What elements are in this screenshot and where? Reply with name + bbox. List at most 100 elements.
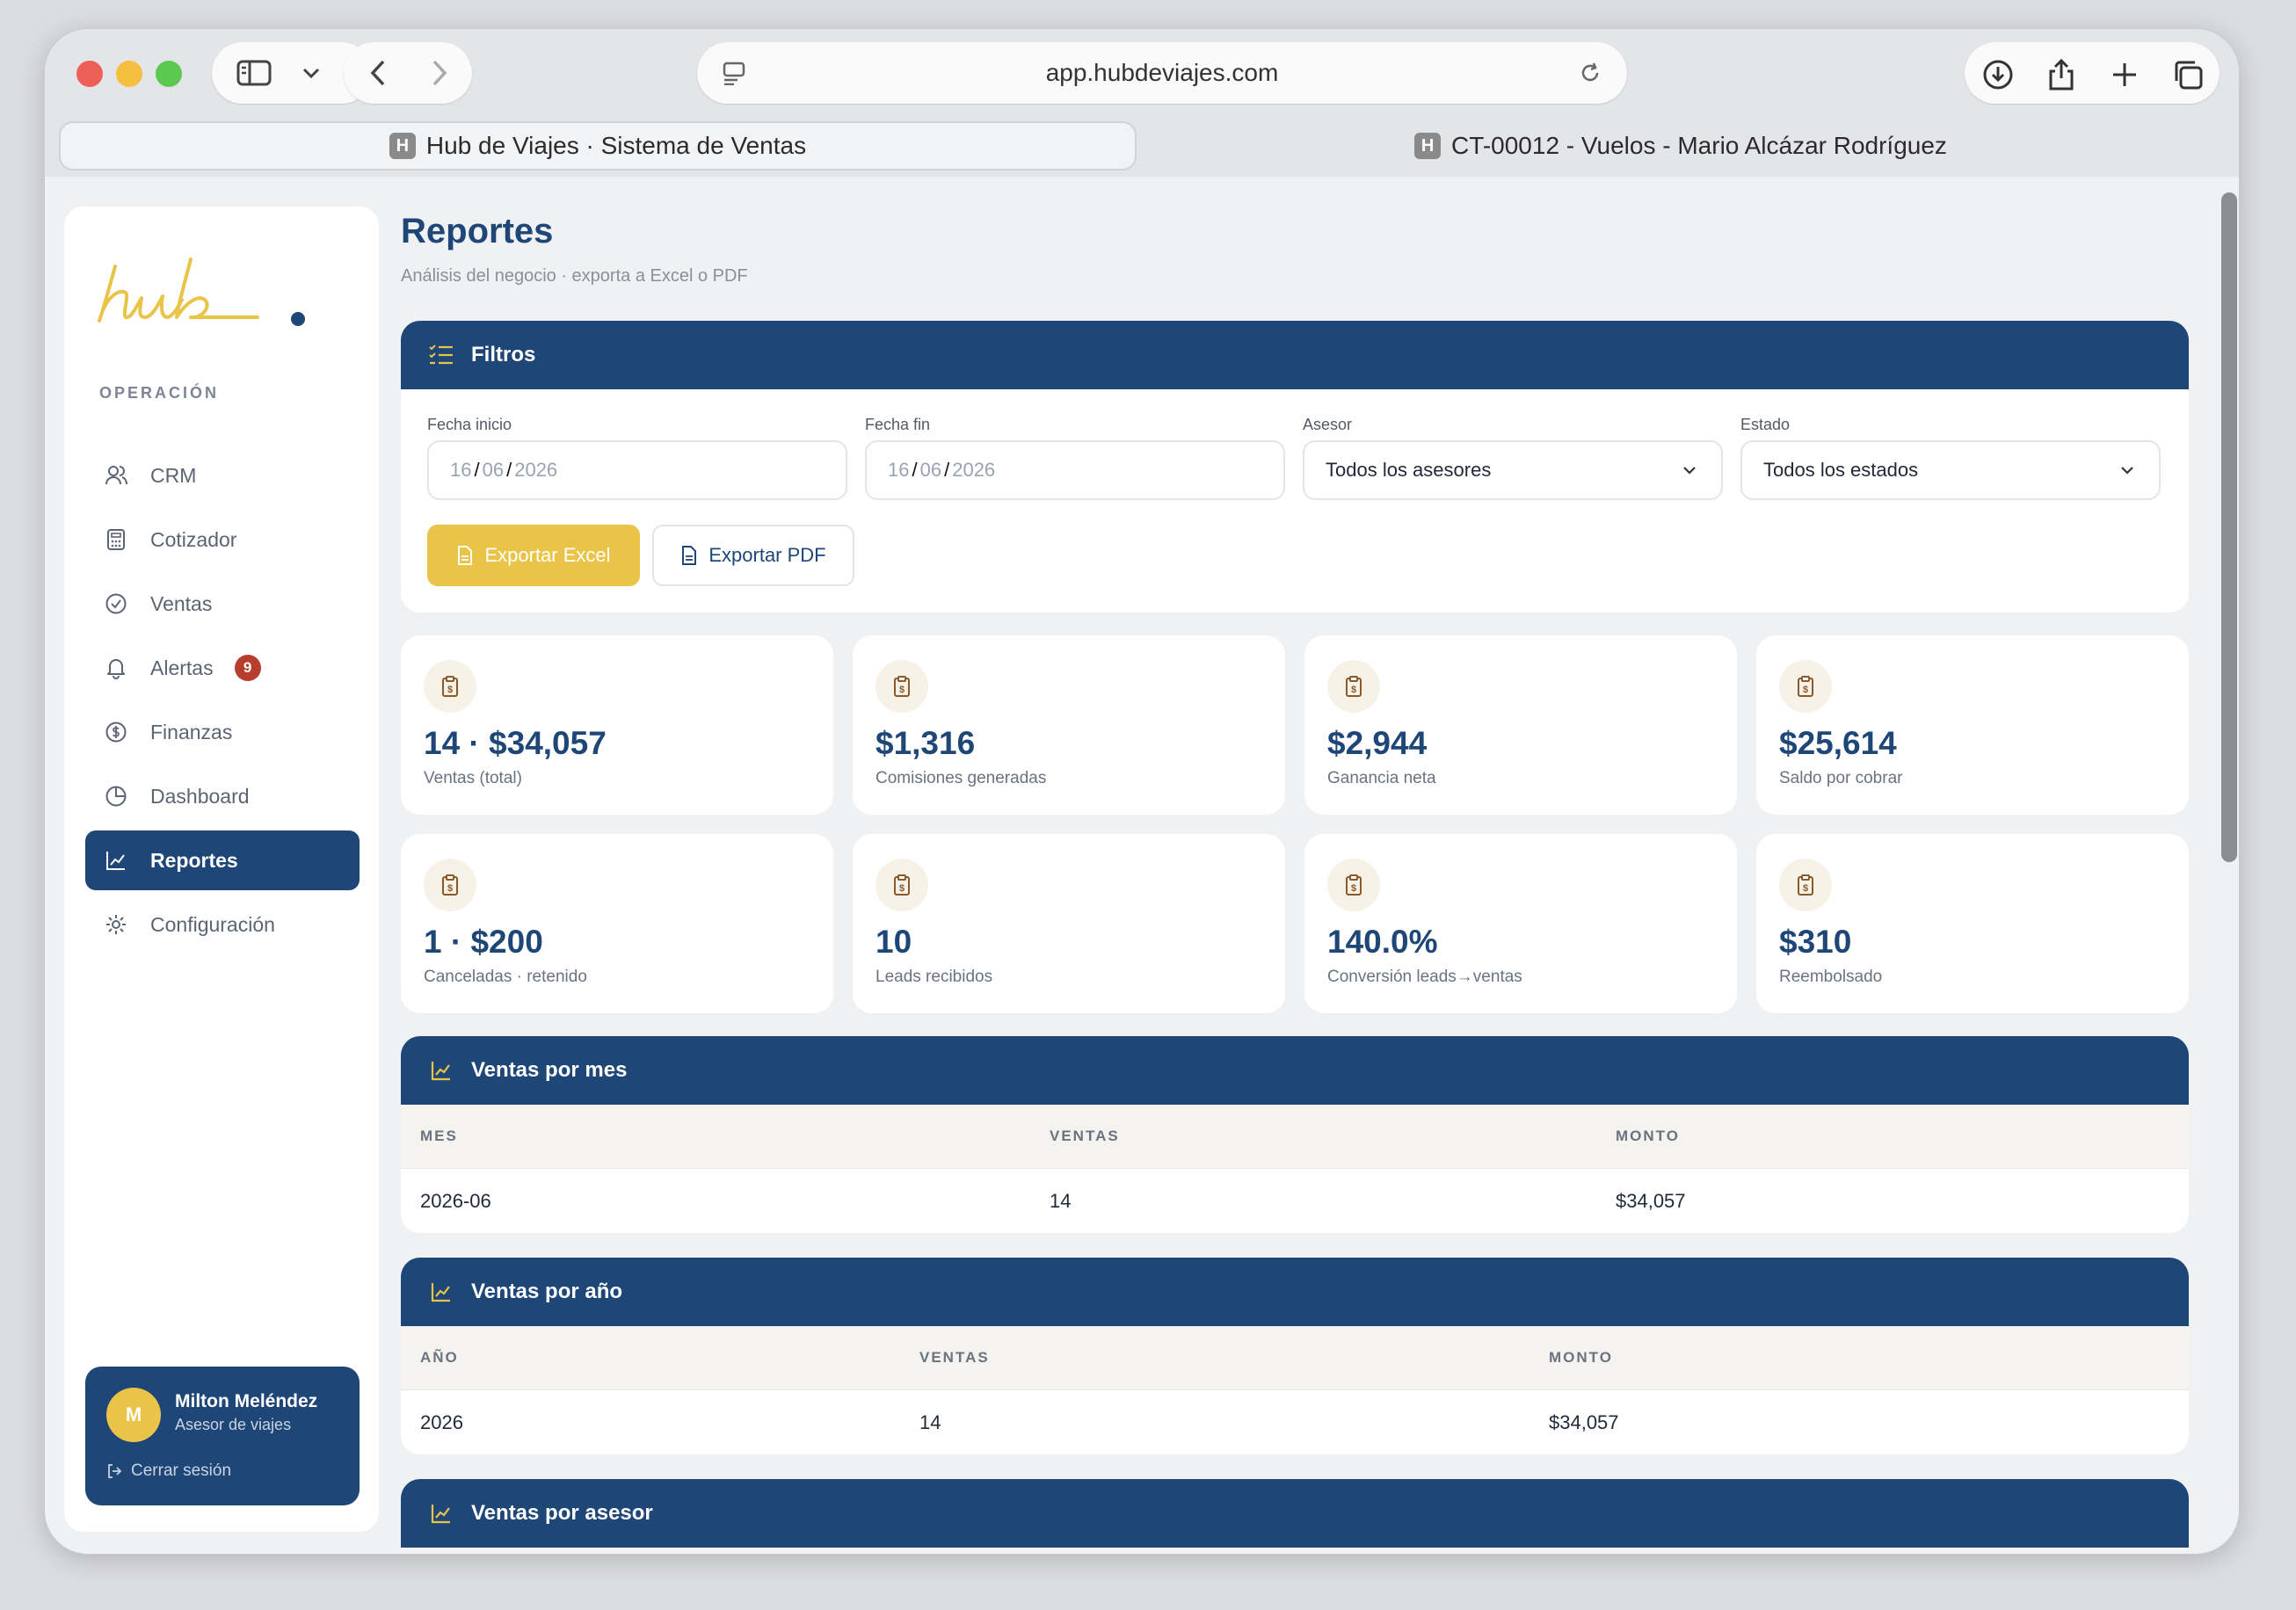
start-day: 16 <box>450 459 472 481</box>
page-title: Reportes <box>401 212 554 250</box>
status-select[interactable]: Todos los estados <box>1740 440 2161 500</box>
sidebar-item-cotizador[interactable]: Cotizador <box>85 510 360 569</box>
sales-by-month-title: Ventas por mes <box>471 1058 628 1082</box>
column-header: MONTO <box>1549 1349 1613 1366</box>
status-select-value: Todos los estados <box>1763 459 1919 481</box>
clipboard-dollar-icon: $ <box>876 660 928 713</box>
line-chart-icon <box>427 1056 455 1084</box>
check-circle-icon <box>103 591 129 617</box>
svg-text:$: $ <box>447 685 453 695</box>
scrollbar-thumb[interactable] <box>2221 192 2237 862</box>
end-date-label: Fecha fin <box>865 416 931 433</box>
close-window-button[interactable] <box>76 61 103 87</box>
status-label: Estado <box>1740 416 1791 433</box>
clipboard-dollar-icon: $ <box>1327 859 1380 911</box>
sales-by-month-header: Ventas por mes <box>401 1036 2189 1105</box>
stat-card-leads: $ 10 Leads recibidos <box>853 834 1285 1013</box>
sales-by-year-card: Ventas por año AÑO VENTAS MONTO 2026 14 … <box>401 1258 2189 1454</box>
forward-icon[interactable] <box>430 59 449 87</box>
address-bar[interactable]: app.hubdeviajes.com <box>697 42 1627 104</box>
document-icon <box>682 546 697 565</box>
back-icon[interactable] <box>368 59 388 87</box>
download-icon[interactable] <box>1979 55 2017 94</box>
share-icon[interactable] <box>2042 55 2081 94</box>
sidebar-item-label: Configuración <box>150 912 275 936</box>
table-cell: 14 <box>1050 1190 1072 1212</box>
tab-label: CT-00012 - Vuelos - Mario Alcázar Rodríg… <box>1451 132 1947 159</box>
table-header: MES VENTAS MONTO <box>401 1105 2189 1169</box>
stat-label: Canceladas · retenido <box>424 968 587 986</box>
sidebar-icon[interactable] <box>236 59 272 87</box>
column-header: AÑO <box>420 1349 459 1366</box>
logout-label: Cerrar sesión <box>131 1461 232 1480</box>
reload-icon[interactable] <box>1578 61 1602 85</box>
line-chart-icon <box>427 1499 455 1527</box>
sidebar-item-dashboard[interactable]: Dashboard <box>85 766 360 826</box>
filters-header: Filtros <box>401 321 2189 389</box>
sidebar-item-ventas[interactable]: Ventas <box>85 574 360 634</box>
table-cell: $34,057 <box>1549 1411 1619 1433</box>
sidebar-item-finanzas[interactable]: Finanzas <box>85 702 360 762</box>
svg-text:$: $ <box>899 883 905 894</box>
start-date-label: Fecha inicio <box>427 416 512 433</box>
tab-ct-00012[interactable]: H CT-00012 - Vuelos - Mario Alcázar Rodr… <box>1140 121 2221 170</box>
clipboard-dollar-icon: $ <box>424 660 476 713</box>
sidebar-item-label: Ventas <box>150 591 213 615</box>
users-icon <box>103 462 129 489</box>
browser-toolbar: app.hubdeviajes.com H Hub de Viajes · Si… <box>45 29 2239 177</box>
app-sidebar: OPERACIÓN CRM Cotizador Ventas Alertas 9… <box>64 207 379 1532</box>
sales-by-year-header: Ventas por año <box>401 1258 2189 1326</box>
document-icon <box>458 546 473 565</box>
favicon-icon: H <box>389 133 416 159</box>
stat-card-reembolsado: $ $310 Reembolsado <box>1756 834 2189 1013</box>
svg-text:$: $ <box>1351 685 1356 695</box>
clipboard-dollar-icon: $ <box>1327 660 1380 713</box>
sidebar-item-configuracion[interactable]: Configuración <box>85 895 360 954</box>
sun-gear-icon <box>103 911 129 938</box>
minimize-window-button[interactable] <box>116 61 142 87</box>
chevron-down-icon[interactable] <box>302 66 321 80</box>
clipboard-dollar-icon: $ <box>1779 660 1832 713</box>
sidebar-item-reportes[interactable]: Reportes <box>85 830 360 890</box>
column-header: VENTAS <box>1050 1128 1120 1144</box>
stat-value: 140.0% <box>1327 924 1438 960</box>
start-year: 2026 <box>514 459 558 481</box>
stat-card-saldo: $ $25,614 Saldo por cobrar <box>1756 635 2189 815</box>
sales-by-advisor-card: Ventas por asesor <box>401 1479 2189 1549</box>
sidebar-item-label: Alertas <box>150 656 214 679</box>
stat-value: 10 <box>876 924 912 960</box>
sales-by-year-title: Ventas por año <box>471 1280 623 1303</box>
export-pdf-button[interactable]: Exportar PDF <box>652 525 854 586</box>
zoom-window-button[interactable] <box>156 61 182 87</box>
stat-value: $2,944 <box>1327 725 1428 761</box>
logout-link[interactable]: Cerrar sesión <box>106 1461 231 1481</box>
sidebar-item-label: Cotizador <box>150 527 237 551</box>
filter-list-icon <box>427 341 455 369</box>
sales-by-advisor-title: Ventas por asesor <box>471 1501 653 1525</box>
clipboard-dollar-icon: $ <box>1779 859 1832 911</box>
stat-label: Ganancia neta <box>1327 769 1436 787</box>
advisor-label: Asesor <box>1303 416 1353 433</box>
stat-label: Leads recibidos <box>876 968 993 986</box>
stat-value: 1 · $200 <box>424 924 543 960</box>
start-date-input[interactable]: 16/06/2026 <box>427 440 847 500</box>
logout-icon <box>108 1464 122 1478</box>
sidebar-item-crm[interactable]: CRM <box>85 446 360 505</box>
chevron-down-icon <box>2121 467 2133 475</box>
stat-value: $310 <box>1779 924 1852 960</box>
stat-label: Reembolsado <box>1779 968 1883 986</box>
column-header: VENTAS <box>919 1349 990 1366</box>
tab-label: Hub de Viajes · Sistema de Ventas <box>425 132 807 159</box>
column-header: MES <box>420 1128 458 1144</box>
end-date-input[interactable]: 16/06/2026 <box>865 440 1285 500</box>
export-excel-button[interactable]: Exportar Excel <box>427 525 640 586</box>
user-card: M Milton Meléndez Asesor de viajes Cerra… <box>85 1367 360 1505</box>
new-tab-icon[interactable] <box>2105 55 2144 94</box>
url-text[interactable]: app.hubdeviajes.com <box>697 59 1627 87</box>
line-chart-icon <box>103 847 129 874</box>
clipboard-dollar-icon: $ <box>424 859 476 911</box>
sidebar-item-alertas[interactable]: Alertas 9 <box>85 638 360 698</box>
tab-hub-sistema[interactable]: H Hub de Viajes · Sistema de Ventas <box>59 121 1137 170</box>
tab-overview-icon[interactable] <box>2169 55 2207 94</box>
advisor-select[interactable]: Todos los asesores <box>1303 440 1723 500</box>
